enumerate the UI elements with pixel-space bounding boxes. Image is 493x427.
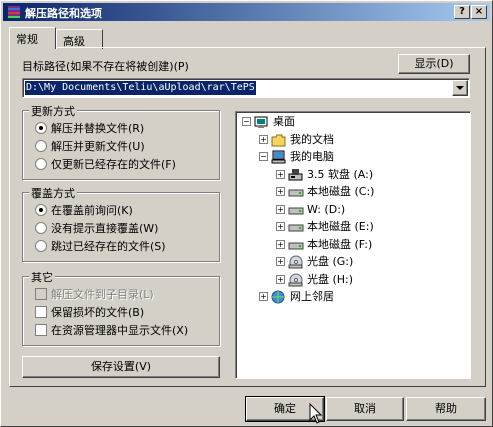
expand-icon[interactable]: + [276,239,285,249]
mouse-cursor-icon [309,403,323,424]
cancel-button[interactable]: 取消 [326,397,404,421]
tree-node[interactable]: + 我的文档 [236,132,466,148]
expand-icon[interactable]: + [276,257,285,266]
radio-icon [35,140,47,152]
checkbox-icon [35,306,47,318]
drive-icon [288,242,304,249]
help-title-button[interactable]: ? [454,5,470,19]
radio-icon [35,158,47,170]
chevron-down-icon [456,86,464,90]
keep-broken-files-checkbox[interactable]: 保留损坏的文件(B) [35,305,144,321]
target-path-value[interactable]: D:\My Documents\Teliu\aUpload\rar\TePS [25,81,256,95]
tree-node[interactable]: + W: (D:) [236,202,466,218]
checkbox-label: 在资源管理器中显示文件(X) [51,324,189,337]
overwrite-ask-radio[interactable]: 在覆盖前询问(K) [35,203,133,219]
save-settings-button[interactable]: 保存设置(V) [22,356,220,378]
radio-label: 解压并替换文件(R) [51,122,145,135]
radio-label: 在覆盖前询问(K) [51,204,133,217]
expand-icon[interactable]: + [276,222,285,231]
radio-label: 没有提示直接覆盖(W) [51,222,159,235]
expand-icon[interactable]: + [276,204,285,214]
checkbox-icon [35,288,47,300]
tree-node-label: 本地磁盘 (E:) [307,220,374,233]
show-in-explorer-checkbox[interactable]: 在资源管理器中显示文件(X) [35,323,188,339]
cdrom-icon [288,255,303,269]
tree-node[interactable]: + 光盘 (G:) [236,254,466,270]
drive-icon [288,189,304,197]
update-existing-only-radio[interactable]: 仅更新已经存在的文件(F) [35,157,176,173]
radio-icon [35,222,47,234]
tree-node[interactable]: + 本地磁盘 (C:) [236,184,466,200]
update-replace-radio[interactable]: 解压并替换文件(R) [35,121,144,137]
combobox-dropdown-button[interactable] [452,80,468,96]
tree-node[interactable]: +3.5 软盘 (A:) [236,167,466,183]
tree-node-label: 本地磁盘 (F:) [307,237,373,251]
radio-label: 解压并更新文件(U) [51,140,145,153]
expand-icon[interactable]: + [276,169,285,179]
drive-icon [288,207,304,214]
checkbox-label: 保留损坏的文件(B) [51,306,145,319]
overwrite-skip-radio[interactable]: 跳过已经存在的文件(S) [35,239,166,255]
tree-node[interactable]: + 光盘 (H:) [236,272,466,288]
tree-node-label: 光盘 (H:) [307,272,354,286]
close-title-button[interactable]: × [471,5,487,19]
overwrite-mode-title: 覆盖方式 [29,185,77,201]
checkbox-icon [35,324,47,336]
target-path-combobox[interactable]: D:\My Documents\Teliu\aUpload\rar\TePS [22,78,470,98]
overwrite-without-prompt-radio[interactable]: 没有提示直接覆盖(W) [35,221,158,237]
drive-icon [288,224,304,232]
radio-label: 仅更新已经存在的文件(F) [51,158,176,171]
cdrom-icon [288,273,303,286]
overwrite-mode-group: 覆盖方式 在覆盖前询问(K) 没有提示直接覆盖(W) 跳过已经存在的文件(S) [22,185,220,262]
expand-icon[interactable]: + [259,292,268,301]
misc-title: 其它 [29,269,55,285]
tree-node-label: 网上邻居 [290,290,334,303]
radio-selected-icon [35,204,47,216]
extract-dialog: 解压路径和选项 ? × 常规 高级 目标路径(如果不存在将被创建)(P) 显示(… [0,0,493,427]
extract-to-subfolder-checkbox[interactable]: 解压文件到子目录(L) [35,287,154,303]
help-button[interactable]: 帮助 [406,397,486,421]
window-title: 解压路径和选项 [25,7,102,20]
radio-icon [35,240,47,252]
tree-node[interactable]: + 本地磁盘 (E:) [236,219,466,235]
tree-node[interactable]: − 桌面 [236,114,466,130]
tree-node-label: W: (D:) [307,202,346,216]
tree-node[interactable]: − 我的电脑 [236,149,466,165]
folder-icon [271,134,286,146]
expand-icon[interactable]: + [276,187,285,196]
tree-node-label: 本地磁盘 (C:) [307,185,375,198]
tree-node-label: 我的电脑 [290,150,334,163]
tree-node-label: 我的文档 [290,132,334,146]
expand-icon[interactable]: + [259,134,268,144]
radio-label: 跳过已经存在的文件(S) [51,240,166,253]
tree-node[interactable]: + 本地磁盘 (F:) [236,237,466,253]
show-button[interactable]: 显示(D) [398,54,470,74]
tree-node-label: 桌面 [273,115,295,128]
update-freshen-radio[interactable]: 解压并更新文件(U) [35,139,145,155]
folder-tree[interactable]: − 桌面 + 我的文档 − 我的电脑 +3.5 软盘 (A:) + 本地磁盘 (C:) + W: (… [235,111,471,379]
floppy-icon [288,168,303,180]
network-icon [271,290,285,304]
target-path-label: 目标路径(如果不存在将被创建)(P) [22,60,189,73]
winrar-app-icon [8,6,20,18]
update-mode-title: 更新方式 [29,103,77,119]
update-mode-group: 更新方式 解压并替换文件(R) 解压并更新文件(U) 仅更新已经存在的文件(F) [22,103,220,180]
tab-advanced[interactable]: 高级 [56,29,103,49]
collapse-icon[interactable]: − [242,117,251,126]
radio-selected-icon [35,122,47,134]
title-bar[interactable]: 解压路径和选项 ? × [3,3,490,21]
misc-group: 其它 解压文件到子目录(L) 保留损坏的文件(B) 在资源管理器中显示文件(X) [22,269,220,346]
checkbox-label: 解压文件到子目录(L) [51,288,154,301]
collapse-icon[interactable]: − [259,152,268,161]
tab-general[interactable]: 常规 [9,27,56,49]
desktop-icon [254,116,268,128]
tree-node-label: 光盘 (G:) [307,255,354,268]
tree-node[interactable]: + 网上邻居 [236,289,466,305]
expand-icon[interactable]: + [276,274,285,284]
tree-node-label: 3.5 软盘 (A:) [307,167,374,181]
computer-icon [271,150,286,164]
